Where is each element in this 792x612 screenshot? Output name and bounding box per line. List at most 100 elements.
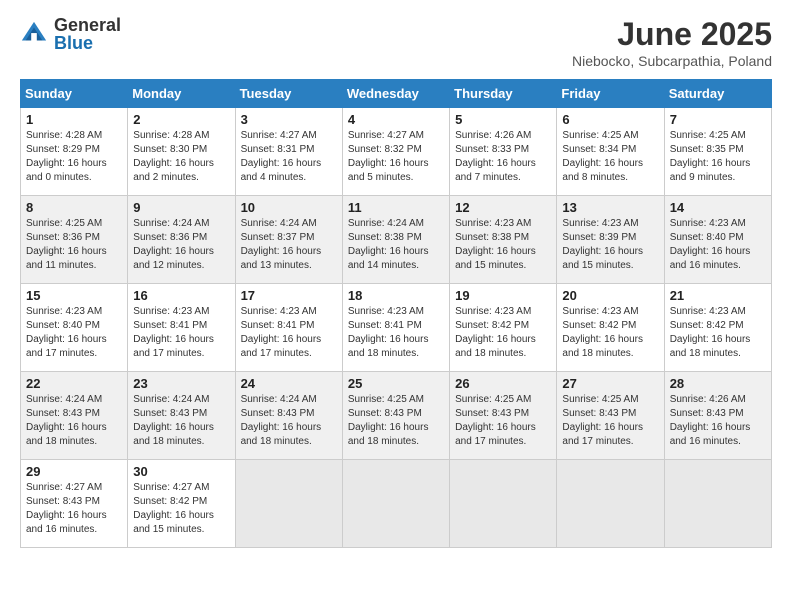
- table-row: 5 Sunrise: 4:26 AMSunset: 8:33 PMDayligh…: [450, 108, 557, 196]
- col-saturday: Saturday: [664, 80, 771, 108]
- table-row: 7 Sunrise: 4:25 AMSunset: 8:35 PMDayligh…: [664, 108, 771, 196]
- empty-cell: [235, 460, 342, 548]
- calendar-week-4: 22 Sunrise: 4:24 AMSunset: 8:43 PMDaylig…: [21, 372, 772, 460]
- calendar-week-2: 8 Sunrise: 4:25 AMSunset: 8:36 PMDayligh…: [21, 196, 772, 284]
- table-row: 28 Sunrise: 4:26 AMSunset: 8:43 PMDaylig…: [664, 372, 771, 460]
- calendar-week-5: 29 Sunrise: 4:27 AMSunset: 8:43 PMDaylig…: [21, 460, 772, 548]
- day-info: Sunrise: 4:28 AMSunset: 8:29 PMDaylight:…: [26, 130, 107, 183]
- day-info: Sunrise: 4:28 AMSunset: 8:30 PMDaylight:…: [133, 130, 214, 183]
- day-number: 20: [562, 288, 658, 303]
- day-number: 24: [241, 376, 337, 391]
- day-number: 22: [26, 376, 122, 391]
- empty-cell: [664, 460, 771, 548]
- day-info: Sunrise: 4:26 AMSunset: 8:43 PMDaylight:…: [670, 394, 751, 447]
- table-row: 16 Sunrise: 4:23 AMSunset: 8:41 PMDaylig…: [128, 284, 235, 372]
- table-row: 19 Sunrise: 4:23 AMSunset: 8:42 PMDaylig…: [450, 284, 557, 372]
- day-info: Sunrise: 4:25 AMSunset: 8:43 PMDaylight:…: [562, 394, 643, 447]
- day-info: Sunrise: 4:23 AMSunset: 8:41 PMDaylight:…: [241, 306, 322, 359]
- day-info: Sunrise: 4:24 AMSunset: 8:37 PMDaylight:…: [241, 218, 322, 271]
- day-number: 17: [241, 288, 337, 303]
- table-row: 4 Sunrise: 4:27 AMSunset: 8:32 PMDayligh…: [342, 108, 449, 196]
- day-info: Sunrise: 4:24 AMSunset: 8:36 PMDaylight:…: [133, 218, 214, 271]
- table-row: 21 Sunrise: 4:23 AMSunset: 8:42 PMDaylig…: [664, 284, 771, 372]
- day-number: 10: [241, 200, 337, 215]
- day-number: 7: [670, 112, 766, 127]
- table-row: 2 Sunrise: 4:28 AMSunset: 8:30 PMDayligh…: [128, 108, 235, 196]
- day-info: Sunrise: 4:24 AMSunset: 8:43 PMDaylight:…: [133, 394, 214, 447]
- day-info: Sunrise: 4:23 AMSunset: 8:41 PMDaylight:…: [348, 306, 429, 359]
- table-row: 17 Sunrise: 4:23 AMSunset: 8:41 PMDaylig…: [235, 284, 342, 372]
- day-info: Sunrise: 4:23 AMSunset: 8:42 PMDaylight:…: [562, 306, 643, 359]
- table-row: 20 Sunrise: 4:23 AMSunset: 8:42 PMDaylig…: [557, 284, 664, 372]
- col-monday: Monday: [128, 80, 235, 108]
- day-info: Sunrise: 4:24 AMSunset: 8:43 PMDaylight:…: [241, 394, 322, 447]
- col-wednesday: Wednesday: [342, 80, 449, 108]
- table-row: 26 Sunrise: 4:25 AMSunset: 8:43 PMDaylig…: [450, 372, 557, 460]
- calendar-week-3: 15 Sunrise: 4:23 AMSunset: 8:40 PMDaylig…: [21, 284, 772, 372]
- table-row: 18 Sunrise: 4:23 AMSunset: 8:41 PMDaylig…: [342, 284, 449, 372]
- table-row: 15 Sunrise: 4:23 AMSunset: 8:40 PMDaylig…: [21, 284, 128, 372]
- title-block: June 2025 Niebocko, Subcarpathia, Poland: [572, 16, 772, 69]
- day-info: Sunrise: 4:25 AMSunset: 8:36 PMDaylight:…: [26, 218, 107, 271]
- table-row: 13 Sunrise: 4:23 AMSunset: 8:39 PMDaylig…: [557, 196, 664, 284]
- table-row: 14 Sunrise: 4:23 AMSunset: 8:40 PMDaylig…: [664, 196, 771, 284]
- logo: General Blue: [20, 16, 121, 52]
- table-row: 12 Sunrise: 4:23 AMSunset: 8:38 PMDaylig…: [450, 196, 557, 284]
- day-info: Sunrise: 4:23 AMSunset: 8:42 PMDaylight:…: [455, 306, 536, 359]
- day-number: 27: [562, 376, 658, 391]
- day-info: Sunrise: 4:27 AMSunset: 8:42 PMDaylight:…: [133, 482, 214, 535]
- table-row: 8 Sunrise: 4:25 AMSunset: 8:36 PMDayligh…: [21, 196, 128, 284]
- day-info: Sunrise: 4:26 AMSunset: 8:33 PMDaylight:…: [455, 130, 536, 183]
- table-row: 29 Sunrise: 4:27 AMSunset: 8:43 PMDaylig…: [21, 460, 128, 548]
- day-info: Sunrise: 4:25 AMSunset: 8:43 PMDaylight:…: [348, 394, 429, 447]
- table-row: 30 Sunrise: 4:27 AMSunset: 8:42 PMDaylig…: [128, 460, 235, 548]
- day-number: 25: [348, 376, 444, 391]
- calendar-header-row: Sunday Monday Tuesday Wednesday Thursday…: [21, 80, 772, 108]
- day-info: Sunrise: 4:24 AMSunset: 8:38 PMDaylight:…: [348, 218, 429, 271]
- logo-icon: [20, 20, 48, 48]
- logo-text: General Blue: [54, 16, 121, 52]
- day-number: 3: [241, 112, 337, 127]
- day-info: Sunrise: 4:25 AMSunset: 8:34 PMDaylight:…: [562, 130, 643, 183]
- col-thursday: Thursday: [450, 80, 557, 108]
- calendar-table: Sunday Monday Tuesday Wednesday Thursday…: [20, 79, 772, 548]
- day-number: 1: [26, 112, 122, 127]
- col-tuesday: Tuesday: [235, 80, 342, 108]
- day-number: 26: [455, 376, 551, 391]
- table-row: 24 Sunrise: 4:24 AMSunset: 8:43 PMDaylig…: [235, 372, 342, 460]
- day-info: Sunrise: 4:27 AMSunset: 8:31 PMDaylight:…: [241, 130, 322, 183]
- calendar-week-1: 1 Sunrise: 4:28 AMSunset: 8:29 PMDayligh…: [21, 108, 772, 196]
- month-title: June 2025: [572, 16, 772, 53]
- day-info: Sunrise: 4:23 AMSunset: 8:40 PMDaylight:…: [26, 306, 107, 359]
- day-number: 19: [455, 288, 551, 303]
- day-number: 6: [562, 112, 658, 127]
- header: General Blue June 2025 Niebocko, Subcarp…: [20, 16, 772, 69]
- day-number: 2: [133, 112, 229, 127]
- day-number: 5: [455, 112, 551, 127]
- day-number: 18: [348, 288, 444, 303]
- table-row: 22 Sunrise: 4:24 AMSunset: 8:43 PMDaylig…: [21, 372, 128, 460]
- day-info: Sunrise: 4:23 AMSunset: 8:41 PMDaylight:…: [133, 306, 214, 359]
- page: General Blue June 2025 Niebocko, Subcarp…: [0, 0, 792, 612]
- table-row: 3 Sunrise: 4:27 AMSunset: 8:31 PMDayligh…: [235, 108, 342, 196]
- day-number: 13: [562, 200, 658, 215]
- logo-general-text: General: [54, 16, 121, 34]
- col-friday: Friday: [557, 80, 664, 108]
- day-info: Sunrise: 4:23 AMSunset: 8:40 PMDaylight:…: [670, 218, 751, 271]
- empty-cell: [342, 460, 449, 548]
- table-row: 9 Sunrise: 4:24 AMSunset: 8:36 PMDayligh…: [128, 196, 235, 284]
- day-number: 14: [670, 200, 766, 215]
- table-row: 10 Sunrise: 4:24 AMSunset: 8:37 PMDaylig…: [235, 196, 342, 284]
- day-number: 29: [26, 464, 122, 479]
- day-info: Sunrise: 4:25 AMSunset: 8:43 PMDaylight:…: [455, 394, 536, 447]
- day-info: Sunrise: 4:24 AMSunset: 8:43 PMDaylight:…: [26, 394, 107, 447]
- day-number: 15: [26, 288, 122, 303]
- day-info: Sunrise: 4:27 AMSunset: 8:43 PMDaylight:…: [26, 482, 107, 535]
- day-number: 9: [133, 200, 229, 215]
- day-number: 23: [133, 376, 229, 391]
- day-info: Sunrise: 4:27 AMSunset: 8:32 PMDaylight:…: [348, 130, 429, 183]
- day-number: 16: [133, 288, 229, 303]
- day-number: 4: [348, 112, 444, 127]
- day-number: 30: [133, 464, 229, 479]
- table-row: 27 Sunrise: 4:25 AMSunset: 8:43 PMDaylig…: [557, 372, 664, 460]
